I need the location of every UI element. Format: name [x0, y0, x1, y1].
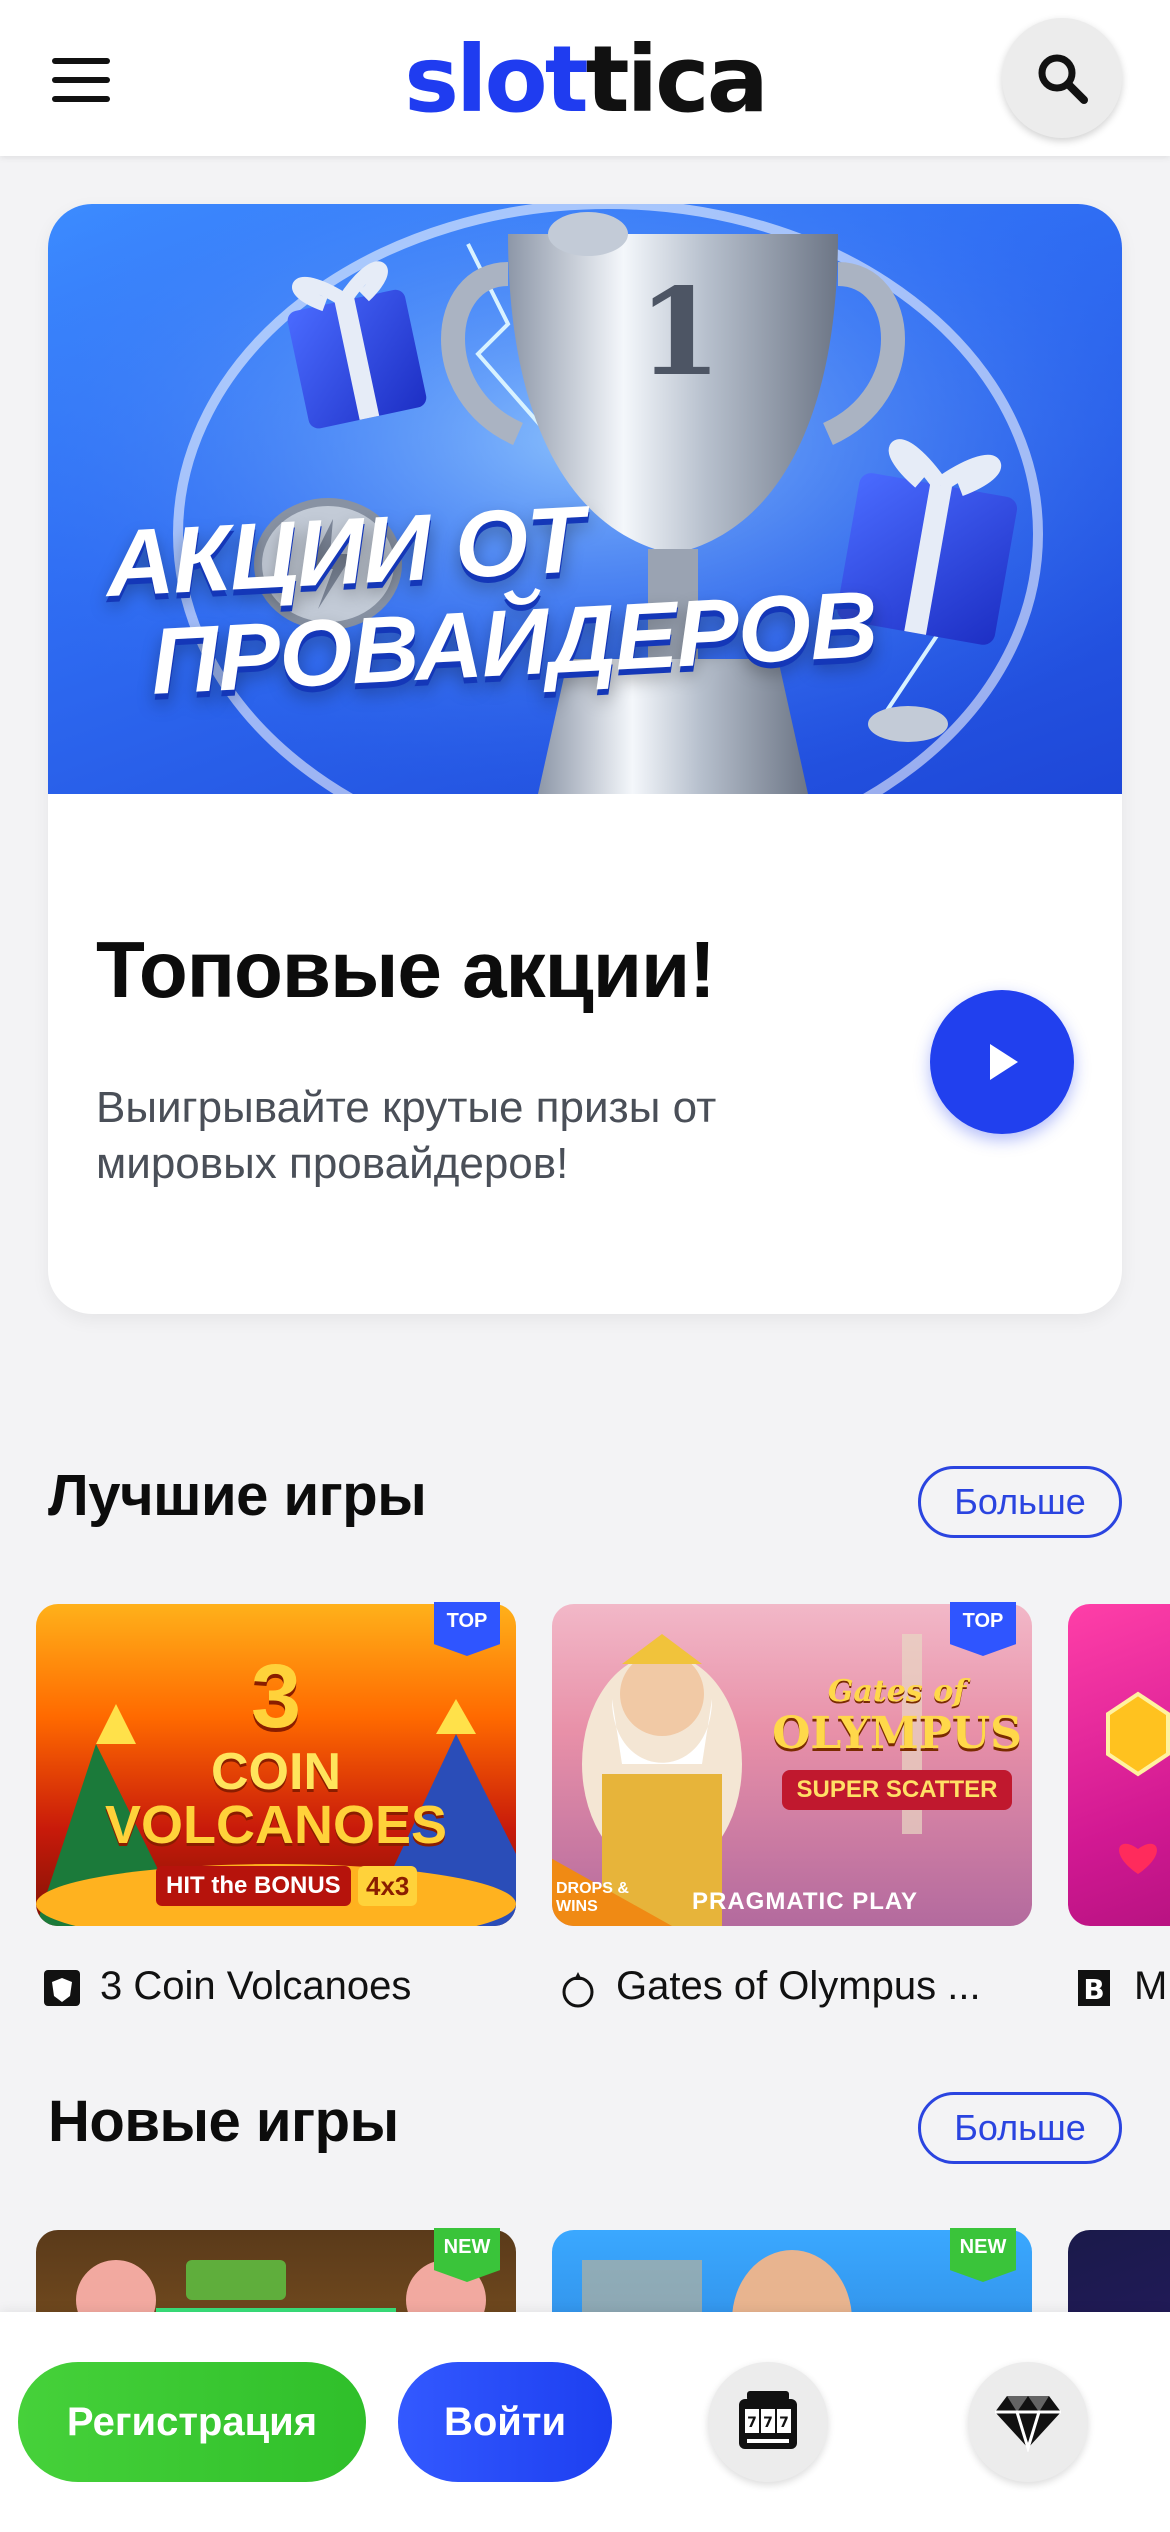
- promo-play-button[interactable]: [930, 990, 1074, 1134]
- vip-button[interactable]: [968, 2362, 1088, 2482]
- play-icon: [990, 1044, 1018, 1080]
- thumb-title-volcanoes: VOLCANOES: [104, 1795, 448, 1855]
- new-games-more-button[interactable]: Больше: [918, 2092, 1122, 2164]
- game-name[interactable]: Gates of Olympus ...: [616, 1964, 981, 2009]
- game-card-3-coin-volcanoes[interactable]: 3 COIN VOLCANOES HIT the BONUS 4x3 TOP 3…: [36, 1602, 516, 2024]
- gem-illustration: [1106, 1691, 1170, 1874]
- provider-pragmatic-icon: [562, 1972, 594, 2008]
- zeus-illustration: [582, 1634, 922, 1926]
- svg-text:B: B: [1083, 1973, 1104, 2006]
- search-button[interactable]: [1002, 18, 1122, 138]
- slots-button[interactable]: 7 7 7: [708, 2362, 828, 2482]
- best-games-title: Лучшие игры: [48, 1463, 427, 1528]
- bottom-action-bar: Регистрация Войти 7 7 7: [0, 2312, 1170, 2532]
- logo-part-slot: slot: [404, 26, 588, 133]
- logo-part-tica: tica: [585, 26, 769, 133]
- register-button[interactable]: Регистрация: [18, 2362, 366, 2482]
- svg-text:1: 1: [638, 262, 722, 403]
- provider-b-icon: B: [1078, 1970, 1110, 2006]
- top-header: slottica: [0, 0, 1170, 156]
- promo-banner-image: 1 АКЦИИ ОТ ПРОВАЙДЕРОВ: [48, 204, 1122, 794]
- promo-title: Топовые акции!: [96, 925, 716, 1014]
- new-games-title: Новые игры: [48, 2089, 399, 2154]
- thumb-multiplier: 4x3: [358, 1866, 418, 1906]
- best-games-more-button[interactable]: Больше: [918, 1466, 1122, 1538]
- thumb-title-super-scatter: SUPER SCATTER: [782, 1770, 1012, 1810]
- promo-description: Выигрывайте крутые призы от мировых пров…: [96, 1083, 717, 1188]
- svg-text:7: 7: [779, 2415, 789, 2431]
- slot-machine-icon: 7 7 7: [739, 2391, 797, 2449]
- site-logo[interactable]: slottica: [0, 20, 1170, 140]
- banner-title: АКЦИИ ОТ ПРОВАЙДЕРОВ: [103, 474, 879, 714]
- login-button[interactable]: Войти: [398, 2362, 612, 2482]
- diamond-icon: [995, 2396, 1061, 2452]
- thumb-title-olympus: OLYMPUS: [772, 1708, 1022, 1759]
- game-name[interactable]: M: [1134, 1964, 1167, 2009]
- search-icon: [1038, 54, 1088, 104]
- game-thumbnail[interactable]: Gates of OLYMPUS SUPER SCATTER DROPS & W…: [552, 1604, 1032, 1926]
- game-card-partial[interactable]: B M: [1068, 1604, 1170, 2024]
- game-thumbnail[interactable]: 3 COIN VOLCANOES HIT the BONUS 4x3: [36, 1604, 516, 1926]
- game-thumbnail[interactable]: [1068, 1604, 1170, 1926]
- svg-text:7: 7: [763, 2415, 773, 2431]
- game-name[interactable]: 3 Coin Volcanoes: [100, 1964, 411, 2009]
- thumb-provider-label: PRAGMATIC PLAY: [692, 1888, 919, 1915]
- page: slottica 1 АКЦИИ ОТ ПРОВАЙДЕРОВ Топовые …: [0, 0, 1170, 2532]
- thumb-title-number: 3: [250, 1647, 302, 1747]
- game-card-gates-of-olympus[interactable]: Gates of OLYMPUS SUPER SCATTER DROPS & W…: [552, 1602, 1032, 2024]
- thumb-title-gates: Gates of: [827, 1674, 967, 1709]
- drops-wins-label: DROPS & WINS: [556, 1880, 629, 1915]
- svg-text:7: 7: [747, 2415, 757, 2431]
- thumb-subtitle: HIT the BONUS: [156, 1866, 351, 1906]
- promo-card[interactable]: 1 АКЦИИ ОТ ПРОВАЙДЕРОВ Топовые акции! Вы…: [48, 204, 1122, 1314]
- thumb-title-coin: COIN: [211, 1743, 341, 1801]
- provider-shield-icon: [44, 1970, 80, 2006]
